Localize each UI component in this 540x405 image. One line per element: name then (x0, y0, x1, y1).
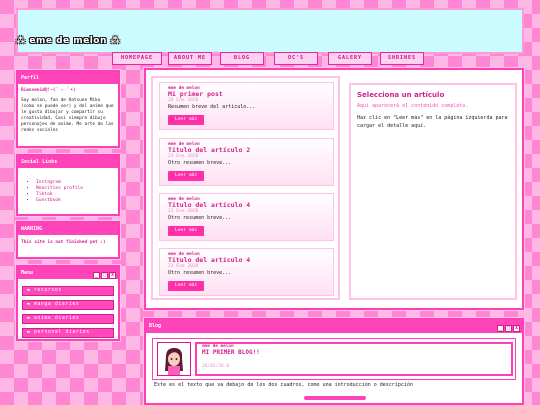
site-title: ⁂ eme de melon ⁂ (16, 36, 120, 46)
post-card: eme de melon Mi primer post 24 Ene 2026 … (159, 82, 334, 130)
social-link-guestbook[interactable]: Guestbook (36, 198, 118, 204)
blog-intro: Este es el texto que va debajo de los do… (154, 382, 413, 388)
nav-galery[interactable]: GALERY (328, 52, 372, 65)
read-more-button[interactable]: Leer más (168, 171, 205, 181)
warning-panel: WARNING This site is not finished yet :) (15, 220, 121, 260)
folder-icon: ▬ (27, 316, 34, 321)
detail-subtitle: Aquí aparecerá el contenido completo. (357, 103, 469, 109)
close-button[interactable]: x (109, 272, 116, 279)
blog-window-buttons: _ □ x (496, 322, 520, 332)
menu-item-personal-diaries[interactable]: ▬ personal diaries (22, 328, 114, 338)
nav-ocs[interactable]: OC'S (274, 52, 318, 65)
post-summary: Otro resumen breve... (168, 270, 232, 276)
blog-scrollbar[interactable] (304, 396, 366, 400)
close-button[interactable]: x (513, 325, 520, 332)
avatar (157, 342, 191, 376)
menu-panel: Menu _ □ x ▬ recursos ▬ manga diaries ▬ an… (15, 264, 121, 342)
nav-shrines[interactable]: SHRINES (380, 52, 424, 65)
site-title-text: eme de melon (29, 36, 107, 46)
social-link-label: Neocities profile (36, 186, 84, 191)
blog-post-date: 26/05/26.0 (202, 364, 230, 369)
sparkle-icon: ⁂ (106, 36, 121, 46)
blog-post-content: eme de melon MI PRIMER BLOG!! 26/05/26.0 (195, 342, 513, 376)
blog-window-title: Blog (149, 323, 162, 329)
minimize-button[interactable]: _ (497, 325, 504, 332)
post-summary: Otro resumen breve... (168, 215, 232, 221)
header-banner (16, 8, 524, 54)
sparkle-icon: ⁂ (16, 36, 30, 46)
blog-title-bar: Blog _ □ x (146, 320, 522, 333)
profile-title: Perfil (18, 72, 118, 84)
post-title: Mi primer post (168, 90, 223, 98)
avatar-icon (158, 343, 190, 375)
menu-item-label: personal diaries (33, 330, 90, 335)
folder-icon: ▬ (27, 330, 34, 335)
post-card: eme de melon Título del artículo 4 23 En… (159, 248, 334, 296)
post-summary: Otro resumen breve... (168, 160, 232, 166)
social-link-label: Tiktok (36, 192, 53, 197)
read-more-button[interactable]: Leer más (168, 226, 205, 236)
nav-homepage[interactable]: HOMEPAGE (112, 52, 162, 65)
folder-icon: ▬ (27, 288, 34, 293)
social-link-label: Instagram (36, 180, 61, 185)
detail-title: Selecciona un artículo (357, 91, 445, 99)
blog-window: Blog _ □ x eme de melon MI PRIMER BLOG!! 2… (143, 317, 525, 405)
social-links-panel: Social Links Instagram Neocities profile… (15, 153, 121, 217)
post-list: eme de melon Mi primer post 24 Ene 2026 … (151, 76, 340, 300)
post-title: Título del artículo 2 (168, 146, 251, 154)
menu-item-label: manga diaries (33, 302, 80, 307)
detail-text: Haz clic en "Leer más" en la página izqu… (357, 115, 508, 129)
minimize-button[interactable]: _ (93, 272, 100, 279)
profile-panel: Perfil Bienvenid@!~(´ ▿ ｀•) Soy melon, f… (15, 69, 121, 149)
blog-post-title: MI PRIMER BLOG!! (202, 349, 260, 356)
social-link-label: Guestbook (36, 198, 61, 203)
menu-title: Menu _ □ x (18, 267, 118, 279)
blog-post: eme de melon MI PRIMER BLOG!! 26/05/26.0 (152, 338, 516, 380)
profile-greeting: Bienvenid@!~(´ ▿ ｀•) (21, 88, 76, 93)
post-title: Título del artículo 4 (168, 201, 251, 209)
post-card: eme de melon Título del artículo 2 23 En… (159, 138, 334, 186)
menu-window-buttons: _ □ x (92, 269, 116, 279)
nav-blog[interactable]: BLOG (220, 52, 264, 65)
social-links-title: Social Links (18, 156, 118, 168)
menu-item-anime-diaries[interactable]: ▬ anime diaries (22, 314, 114, 324)
nav-about-me[interactable]: ABOUT ME (168, 52, 212, 65)
maximize-button[interactable]: □ (101, 272, 108, 279)
menu-title-text: Menu (21, 270, 34, 276)
article-detail: Selecciona un artículo Aquí aparecerá el… (349, 83, 517, 300)
nav-bar: HOMEPAGE ABOUT ME BLOG OC'S GALERY SHRIN… (112, 52, 528, 66)
read-more-button[interactable]: Leer más (168, 115, 205, 125)
maximize-button[interactable]: □ (505, 325, 512, 332)
warning-text: This site is not finished yet :) (21, 240, 106, 245)
menu-item-manga-diaries[interactable]: ▬ manga diaries (22, 300, 114, 310)
menu-item-label: recursos (33, 288, 62, 293)
read-more-button[interactable]: Leer más (168, 281, 205, 291)
profile-bio: Soy melon, fan de Hatsune Miku (como se … (21, 98, 114, 133)
menu-item-recursos[interactable]: ▬ recursos (22, 286, 114, 296)
post-title: Título del artículo 4 (168, 256, 251, 264)
folder-icon: ▬ (27, 302, 34, 307)
menu-item-label: anime diaries (33, 316, 80, 321)
warning-title: WARNING (18, 223, 118, 235)
post-summary: Resumen breve del artículo... (168, 104, 256, 110)
post-card: eme de melon Título del artículo 4 23 En… (159, 193, 334, 241)
